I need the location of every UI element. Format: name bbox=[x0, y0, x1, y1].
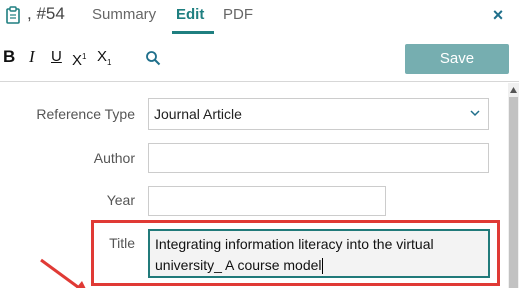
year-label: Year bbox=[106, 192, 135, 208]
reference-type-value: Journal Article bbox=[154, 106, 242, 122]
subscript-button[interactable]: X1 bbox=[97, 47, 111, 73]
author-field[interactable] bbox=[148, 143, 489, 173]
reference-id: , #54 bbox=[27, 4, 65, 23]
superscript-mark: 1 bbox=[82, 52, 87, 61]
save-button[interactable]: Save bbox=[405, 44, 509, 74]
superscript-label: X bbox=[72, 52, 83, 69]
scroll-up-icon[interactable] bbox=[508, 85, 519, 95]
tab-summary[interactable]: Summary bbox=[92, 6, 156, 23]
author-label: Author bbox=[93, 150, 135, 166]
title-field[interactable]: Integrating information literacy into th… bbox=[148, 229, 490, 278]
search-icon[interactable] bbox=[145, 50, 161, 66]
subscript-label: X bbox=[97, 48, 108, 65]
header-bar: , #54 Summary Edit PDF × bbox=[0, 0, 519, 34]
subscript-mark: 1 bbox=[107, 58, 112, 67]
year-field[interactable] bbox=[148, 186, 386, 216]
title-value: Integrating information literacy into th… bbox=[155, 236, 434, 273]
chevron-down-icon bbox=[470, 110, 480, 117]
close-icon[interactable]: × bbox=[488, 4, 508, 26]
arrow-annotation-icon bbox=[40, 258, 86, 288]
title-label: Title bbox=[109, 235, 135, 251]
tab-edit[interactable]: Edit bbox=[176, 6, 204, 23]
tab-pdf[interactable]: PDF bbox=[223, 6, 253, 23]
italic-button[interactable]: I bbox=[29, 47, 35, 67]
clipboard-icon bbox=[6, 6, 20, 24]
bold-button[interactable]: B bbox=[3, 47, 15, 67]
reference-type-select[interactable]: Journal Article bbox=[148, 98, 489, 130]
scroll-thumb[interactable] bbox=[509, 97, 518, 288]
text-caret bbox=[321, 258, 323, 275]
underline-button[interactable]: U bbox=[51, 47, 62, 67]
format-toolbar: B I U X1 X1 Save bbox=[0, 34, 519, 82]
reference-type-label: Reference Type bbox=[36, 106, 135, 122]
superscript-button[interactable]: X1 bbox=[72, 47, 86, 71]
edit-form: Reference Type Journal Article Author Ye… bbox=[0, 83, 508, 288]
vertical-scrollbar[interactable] bbox=[508, 83, 519, 288]
